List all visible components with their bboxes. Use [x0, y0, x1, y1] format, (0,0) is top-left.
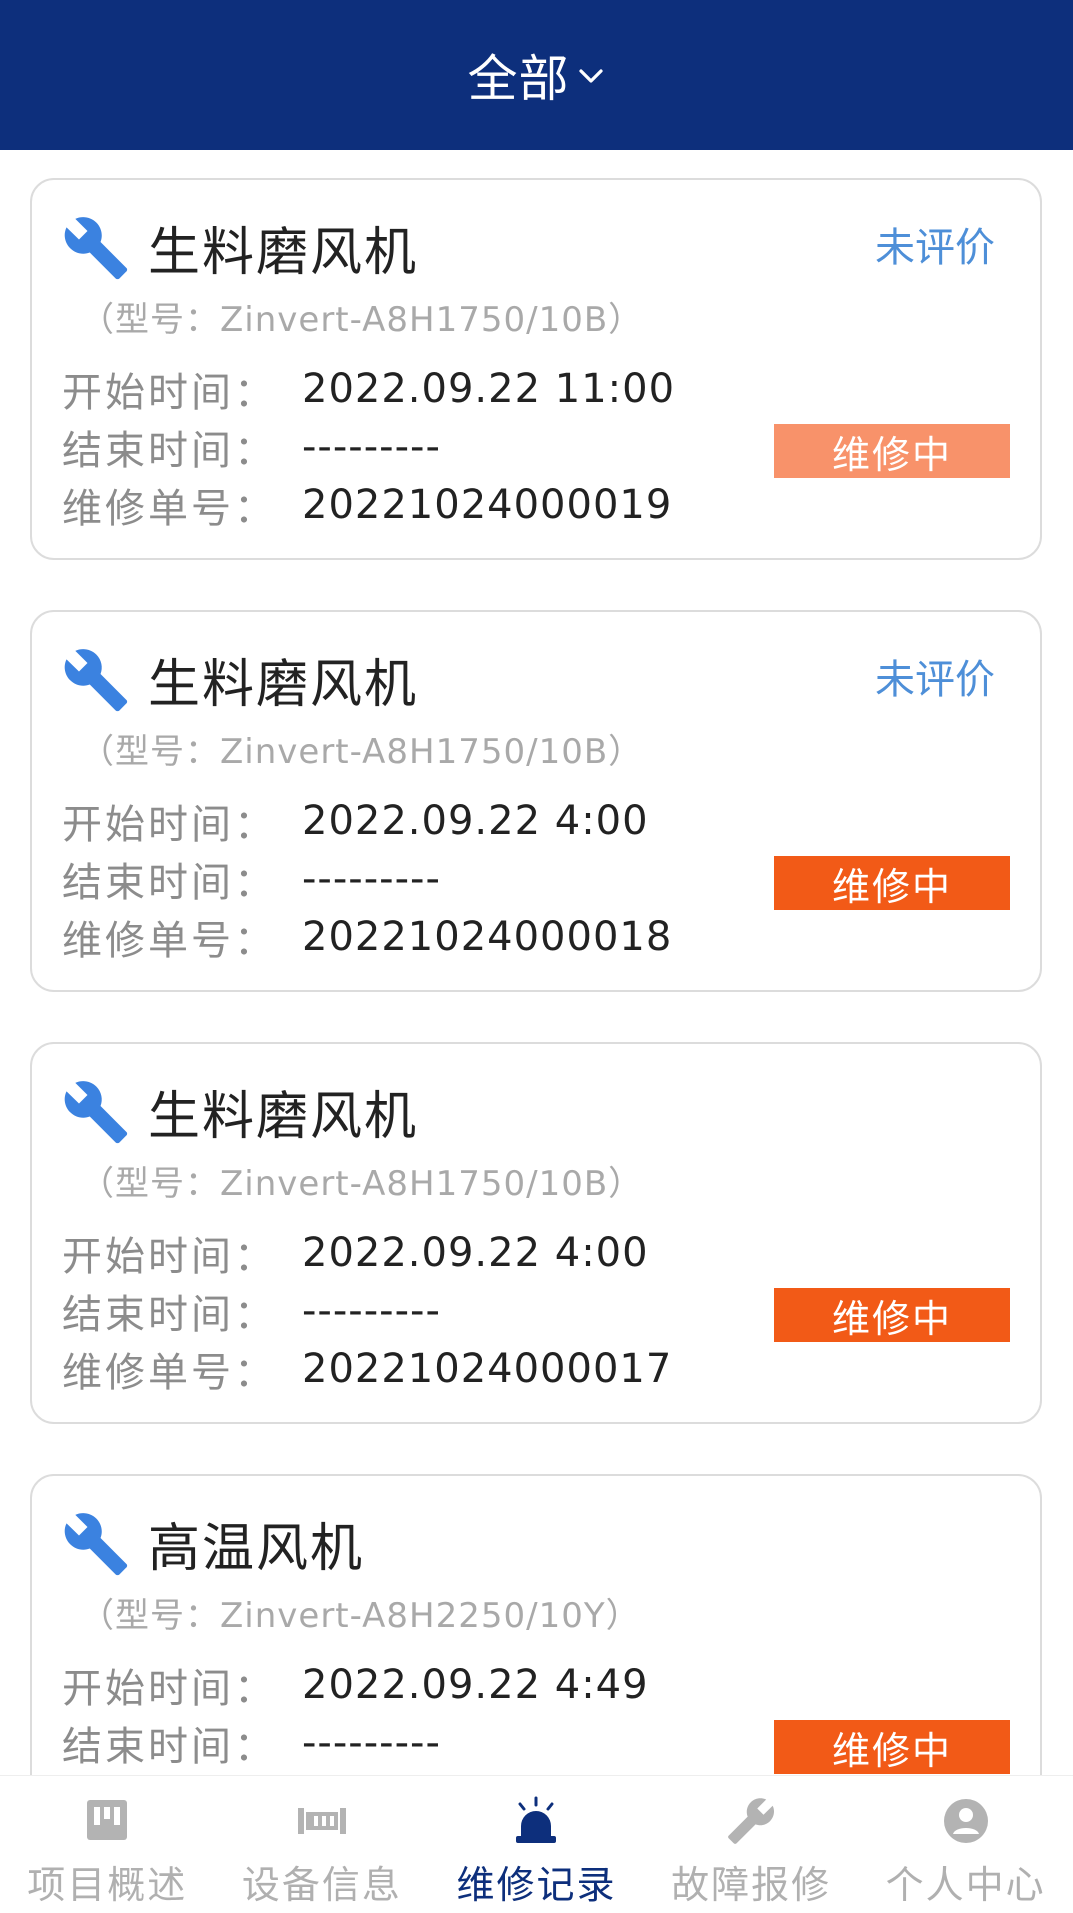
- order-number-value: 20221024000019: [302, 482, 673, 528]
- start-time-value: 2022.09.22 11:00: [302, 366, 676, 412]
- start-time-row: 开始时间： 2022.09.22 4:00: [62, 792, 649, 850]
- wrench-icon: [64, 1080, 128, 1143]
- equipment-model: （型号：Zinvert-A8H1750/10B）: [80, 732, 644, 772]
- bottom-tab-bar: 项目概述 设备信息 维修记录 故障报修 个人中心: [0, 1775, 1073, 1913]
- card-header: 生料磨风机: [62, 642, 418, 717]
- tab-label: 项目概述: [27, 1863, 188, 1907]
- order-number-label: 维修单号：: [62, 918, 277, 964]
- end-time-row: 结束时间： ---------: [62, 418, 441, 476]
- order-number-row: 维修单号： 20221024000019: [62, 476, 672, 534]
- wrench-icon: [728, 1798, 775, 1844]
- tab-label: 维修记录: [456, 1863, 617, 1907]
- status-badge: 维修中: [774, 424, 1010, 478]
- tab-label: 故障报修: [671, 1863, 832, 1907]
- rating-status-link[interactable]: 未评价: [875, 647, 995, 705]
- end-time-row: 结束时间： ---------: [62, 850, 441, 908]
- end-time-label: 结束时间：: [62, 1292, 277, 1338]
- end-time-value: ---------: [302, 856, 441, 902]
- start-time-label: 开始时间：: [62, 370, 277, 416]
- repair-record-card[interactable]: 生料磨风机 （型号：Zinvert-A8H1750/10B） 开始时间： 202…: [30, 1042, 1042, 1424]
- end-time-label: 结束时间：: [62, 860, 277, 906]
- wrench-icon: [64, 1512, 128, 1575]
- filter-label: 全部: [467, 50, 570, 108]
- equipment-model: （型号：Zinvert-A8H1750/10B）: [80, 300, 644, 340]
- tab-project-overview[interactable]: 项目概述: [0, 1776, 215, 1913]
- equipment-model: （型号：Zinvert-A8H2250/10Y）: [80, 1596, 641, 1636]
- alarm-light-icon: [516, 1796, 557, 1843]
- wrench-icon: [64, 648, 128, 711]
- top-header: 全部: [0, 0, 1073, 150]
- filter-dropdown[interactable]: 全部: [468, 39, 606, 111]
- tab-equipment-info[interactable]: 设备信息: [215, 1776, 430, 1913]
- tab-personal-center[interactable]: 个人中心: [858, 1776, 1073, 1913]
- card-header: 生料磨风机: [62, 1074, 418, 1149]
- tab-fault-report[interactable]: 故障报修: [644, 1776, 859, 1913]
- order-number-label: 维修单号：: [62, 486, 277, 532]
- start-time-value: 2022.09.22 4:00: [302, 1230, 649, 1276]
- chevron-down-icon: [578, 69, 603, 83]
- end-time-label: 结束时间：: [62, 1724, 277, 1770]
- card-header: 生料磨风机: [62, 210, 418, 285]
- equipment-icon: [297, 1808, 346, 1834]
- end-time-row: 结束时间： ---------: [62, 1714, 441, 1772]
- start-time-value: 2022.09.22 4:00: [302, 798, 649, 844]
- status-badge: 维修中: [774, 856, 1010, 910]
- end-time-value: ---------: [302, 1288, 441, 1334]
- start-time-row: 开始时间： 2022.09.22 4:49: [62, 1656, 649, 1714]
- start-time-label: 开始时间：: [62, 802, 277, 848]
- equipment-model: （型号：Zinvert-A8H1750/10B）: [80, 1164, 644, 1204]
- order-number-row: 维修单号： 20221024000018: [62, 908, 672, 966]
- repair-record-card[interactable]: 高温风机 （型号：Zinvert-A8H2250/10Y） 开始时间： 2022…: [30, 1474, 1042, 1775]
- order-number-value: 20221024000017: [302, 1346, 673, 1392]
- app-root: 全部 生料磨风机 未评价 （型号：Zinvert-A8H1750/10B） 开始…: [0, 0, 1073, 1913]
- card-header: 高温风机: [62, 1506, 364, 1581]
- rating-status-link[interactable]: 未评价: [875, 215, 995, 273]
- overview-icon: [87, 1800, 128, 1840]
- repair-record-card[interactable]: 生料磨风机 未评价 （型号：Zinvert-A8H1750/10B） 开始时间：…: [30, 610, 1042, 992]
- tab-label: 个人中心: [885, 1863, 1046, 1907]
- start-time-row: 开始时间： 2022.09.22 11:00: [62, 360, 675, 418]
- start-time-row: 开始时间： 2022.09.22 4:00: [62, 1224, 649, 1282]
- end-time-row: 结束时间： ---------: [62, 1282, 441, 1340]
- order-number-row: 维修单号： 20221024000017: [62, 1340, 672, 1398]
- tab-repair-records[interactable]: 维修记录: [429, 1776, 644, 1913]
- end-time-value: ---------: [302, 1720, 441, 1766]
- start-time-label: 开始时间：: [62, 1234, 277, 1280]
- repair-record-list[interactable]: 生料磨风机 未评价 （型号：Zinvert-A8H1750/10B） 开始时间：…: [0, 150, 1073, 1775]
- end-time-value: ---------: [302, 424, 441, 470]
- repair-record-card[interactable]: 生料磨风机 未评价 （型号：Zinvert-A8H1750/10B） 开始时间：…: [30, 178, 1042, 560]
- status-badge: 维修中: [774, 1720, 1010, 1774]
- tab-label: 设备信息: [241, 1863, 402, 1907]
- equipment-name: 生料磨风机: [148, 655, 419, 715]
- start-time-label: 开始时间：: [62, 1666, 277, 1712]
- status-badge: 维修中: [774, 1288, 1010, 1342]
- user-icon: [943, 1799, 988, 1843]
- order-number-value: 20221024000018: [302, 914, 673, 960]
- start-time-value: 2022.09.22 4:49: [302, 1662, 649, 1708]
- equipment-name: 生料磨风机: [148, 1087, 419, 1147]
- wrench-icon: [64, 216, 128, 279]
- order-number-label: 维修单号：: [62, 1350, 277, 1396]
- equipment-name: 高温风机: [148, 1519, 365, 1579]
- equipment-name: 生料磨风机: [148, 223, 419, 283]
- end-time-label: 结束时间：: [62, 428, 277, 474]
